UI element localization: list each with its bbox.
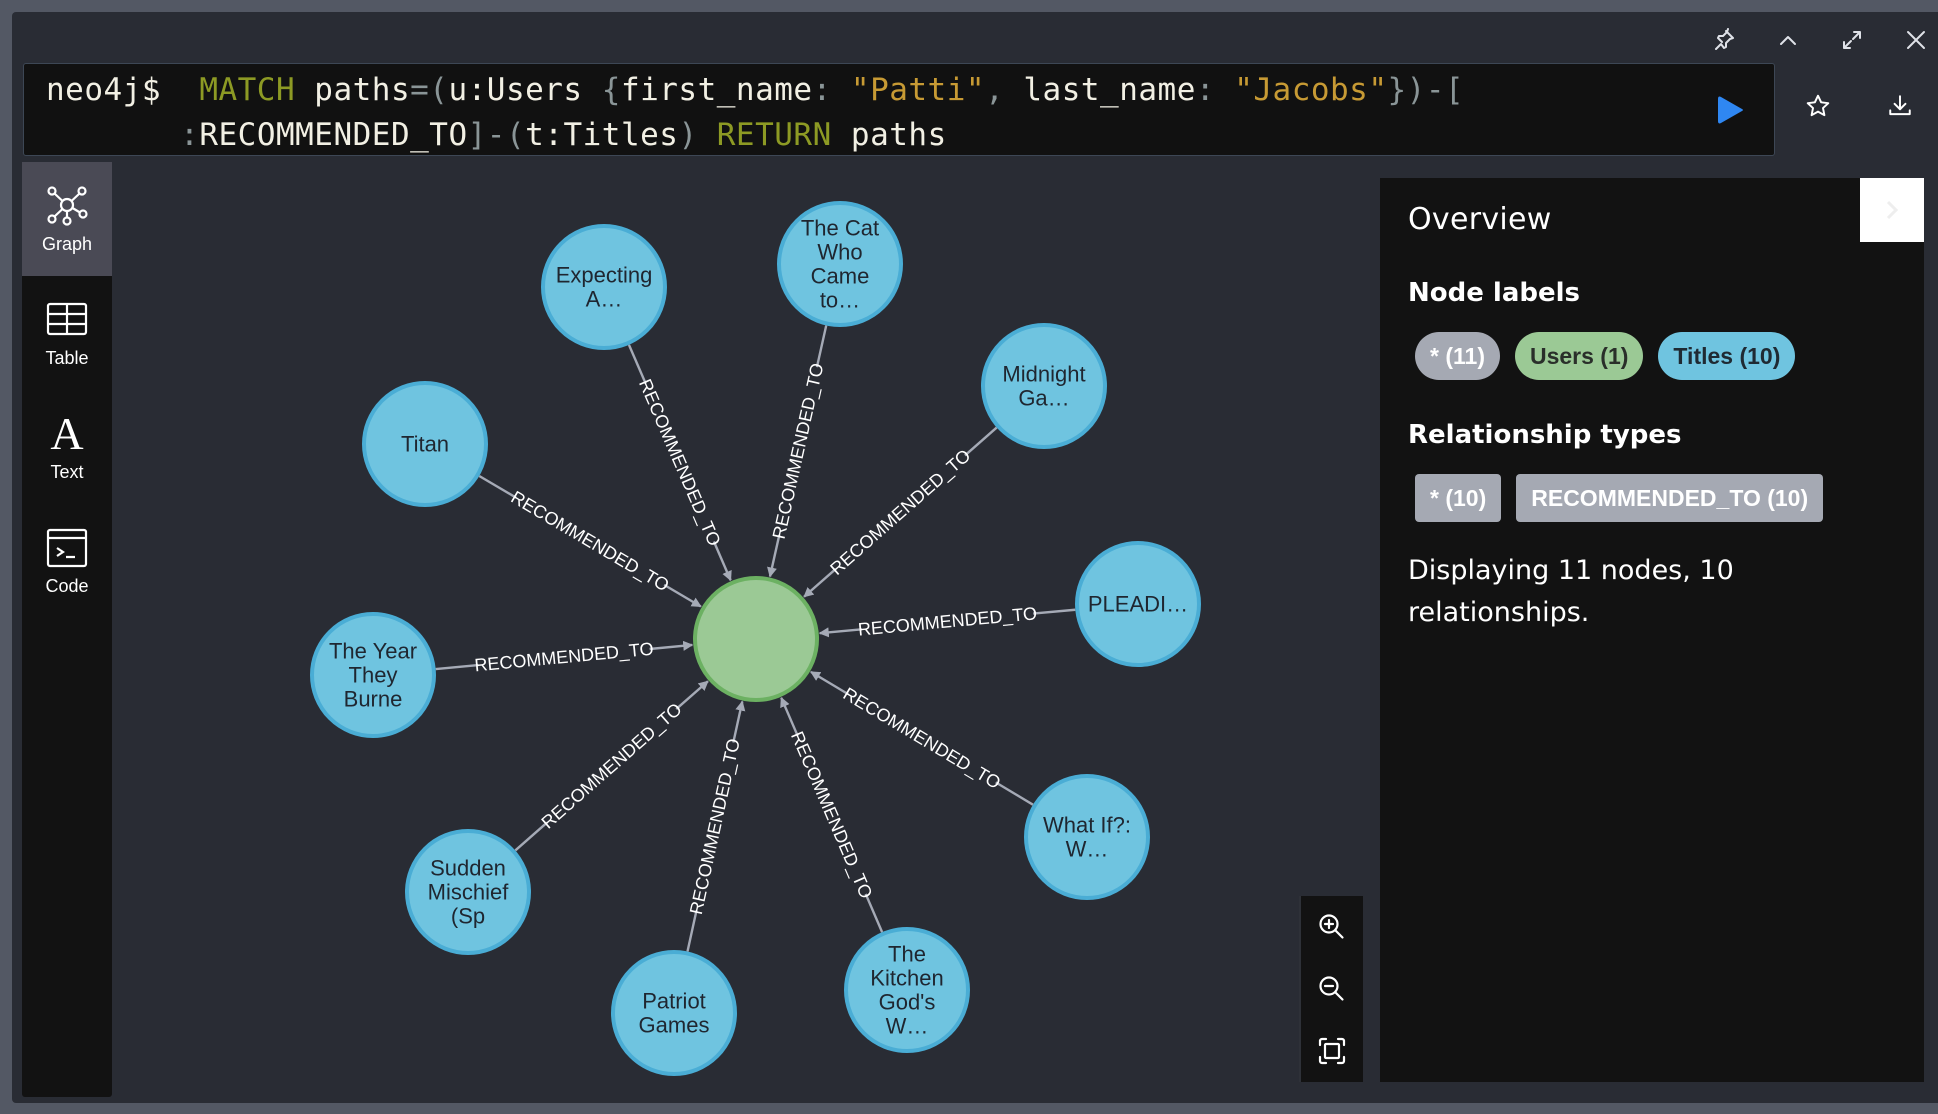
node-caption: God's: [879, 990, 936, 1015]
node-caption: W…: [886, 1014, 929, 1039]
relationship-edge-arrow[interactable]: [780, 696, 799, 737]
node-caption: The: [888, 942, 926, 967]
node-caption: Games: [639, 1013, 710, 1038]
relationship-edge-arrow[interactable]: [818, 627, 862, 638]
user-node[interactable]: [693, 576, 819, 702]
relationship-label: RECOMMENDED_TO: [826, 445, 975, 579]
relationship-label: RECOMMENDED_TO: [686, 737, 745, 917]
node-caption: Mischief: [428, 880, 510, 905]
overview-panel: Overview Node labels * (11) Users (1) Ti…: [1380, 178, 1924, 1082]
rel-type-pill-all[interactable]: * (10): [1415, 474, 1502, 522]
title-node-pleadi[interactable]: PLEADI…: [1075, 541, 1201, 667]
node-caption: W…: [1066, 837, 1109, 862]
chevron-right-icon: [1886, 200, 1899, 220]
relationship-edge[interactable]: [1033, 608, 1076, 615]
title-node-sudden[interactable]: SuddenMischief(Sp: [405, 829, 531, 955]
relationship-edge-arrow[interactable]: [649, 640, 694, 651]
node-circle[interactable]: [693, 576, 819, 702]
node-caption: Expecting: [556, 263, 653, 288]
node-caption: Patriot: [642, 989, 706, 1014]
node-caption: Titan: [401, 432, 449, 457]
title-node-kitchen[interactable]: TheKitchenGod'sW…: [844, 927, 970, 1053]
overview-title: Overview: [1408, 202, 1552, 237]
relationship-edge[interactable]: [995, 781, 1034, 806]
relationship-label: RECOMMENDED_TO: [769, 361, 829, 541]
title-node-whatif[interactable]: What If?:W…: [1024, 774, 1150, 900]
node-caption: The Cat: [801, 216, 879, 241]
relationship-edge-arrow[interactable]: [732, 700, 746, 743]
node-labels-heading: Node labels: [1408, 278, 1581, 308]
node-caption: A…: [586, 287, 623, 312]
collapse-panel-button[interactable]: [1860, 178, 1924, 242]
node-caption: PLEADI…: [1088, 592, 1188, 617]
rel-type-pill-recommended-to[interactable]: RECOMMENDED_TO (10): [1516, 474, 1824, 522]
node-label-pills: * (11) Users (1) Titles (10): [1415, 332, 1796, 380]
relationship-edge[interactable]: [435, 663, 479, 671]
relationship-edge-arrow[interactable]: [767, 534, 781, 578]
node-label-pill-users[interactable]: Users (1): [1514, 332, 1644, 380]
relationship-label: RECOMMENDED_TO: [786, 728, 876, 901]
title-node-cat[interactable]: The CatWhoCameto…: [777, 201, 903, 327]
relationship-edge-arrow[interactable]: [712, 541, 732, 582]
relationship-edge[interactable]: [864, 893, 884, 933]
fit-icon: [1318, 1037, 1346, 1065]
relationship-label: RECOMMENDED_TO: [839, 684, 1004, 794]
relationship-edge-arrow[interactable]: [803, 568, 837, 598]
relationship-edge[interactable]: [686, 910, 698, 952]
zoom-in-button[interactable]: [1301, 896, 1363, 958]
relationship-edge[interactable]: [514, 821, 548, 852]
zoom-out-icon: [1319, 976, 1344, 1001]
node-caption: They: [349, 663, 398, 688]
relationship-type-pills: * (10) RECOMMENDED_TO (10): [1415, 474, 1824, 522]
relationship-edge-arrow[interactable]: [810, 670, 849, 696]
relationship-edge[interactable]: [964, 426, 998, 457]
node-caption: Burne: [344, 687, 403, 712]
node-caption: Came: [811, 264, 870, 289]
relationship-label: RECOMMENDED_TO: [538, 699, 687, 833]
node-label-pill-titles[interactable]: Titles (10): [1658, 332, 1796, 380]
node-caption: Kitchen: [870, 966, 943, 991]
title-node-expecting[interactable]: ExpectingA…: [541, 224, 667, 350]
node-caption: The Year: [329, 639, 417, 664]
relationship-label: RECOMMENDED_TO: [857, 603, 1038, 640]
relationship-edge-arrow[interactable]: [675, 680, 709, 710]
overview-summary: Displaying 11 nodes, 10 relationships.: [1408, 555, 1734, 628]
node-caption: Who: [817, 240, 862, 265]
zoom-out-button[interactable]: [1301, 958, 1363, 1020]
node-caption: Midnight: [1002, 362, 1085, 387]
title-node-titan[interactable]: Titan: [362, 381, 488, 507]
relationship-edge[interactable]: [627, 344, 647, 385]
node-caption: Sudden: [430, 856, 506, 881]
relationship-edge-arrow[interactable]: [663, 583, 702, 608]
relationship-label: RECOMMENDED_TO: [507, 487, 672, 596]
fit-to-screen-button[interactable]: [1301, 1020, 1363, 1082]
relationship-label: RECOMMENDED_TO: [634, 376, 725, 549]
node-caption: (Sp: [451, 904, 485, 929]
zoom-controls: [1299, 896, 1363, 1082]
node-caption: Ga…: [1018, 386, 1069, 411]
title-node-year[interactable]: The YearTheyBurne: [310, 612, 436, 738]
relationship-label: RECOMMENDED_TO: [474, 639, 655, 677]
node-caption: What If?:: [1043, 813, 1131, 838]
relationship-edge[interactable]: [815, 325, 828, 368]
relationship-edge[interactable]: [478, 474, 517, 499]
relationship-types-heading: Relationship types: [1408, 420, 1682, 450]
zoom-in-icon: [1319, 914, 1344, 939]
title-node-midnight[interactable]: MidnightGa…: [981, 323, 1107, 449]
node-label-pill-all[interactable]: * (11): [1415, 332, 1500, 380]
title-node-patriot[interactable]: PatriotGames: [611, 950, 737, 1076]
node-caption: to…: [820, 288, 860, 313]
